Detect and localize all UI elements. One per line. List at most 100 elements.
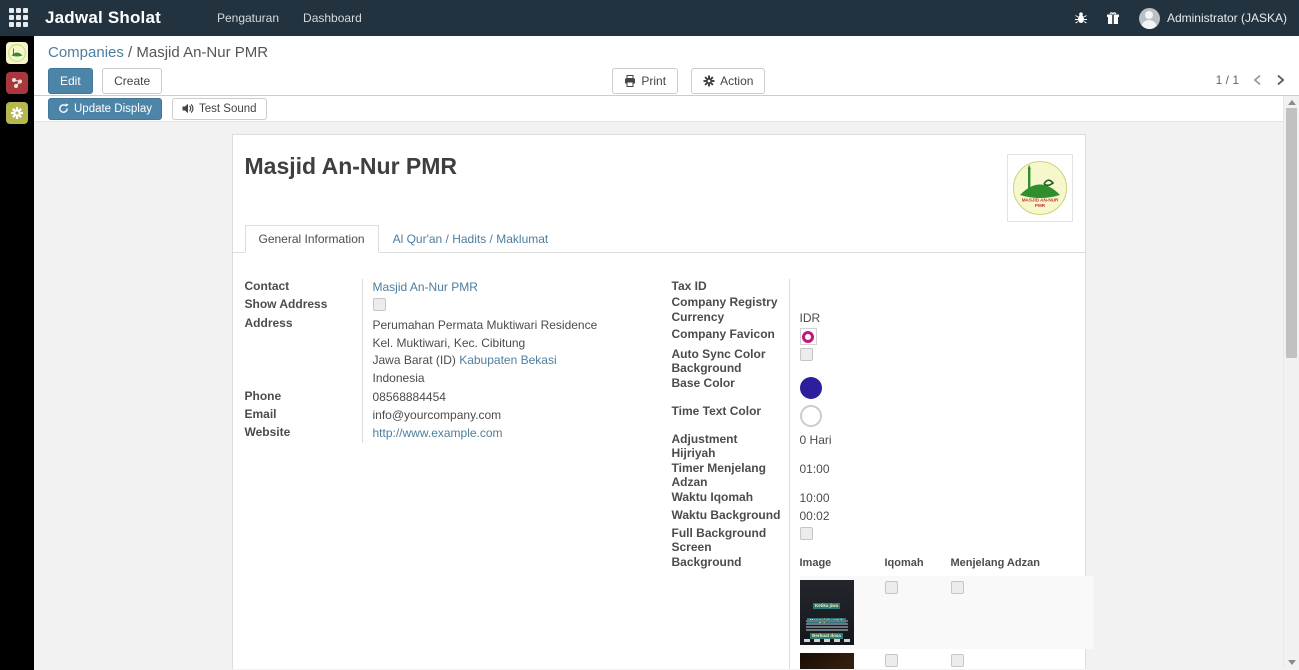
column-menjelang-adzan: Menjelang Adzan bbox=[951, 556, 1093, 571]
address-street: Perumahan Permata Muktiwari Residence bbox=[373, 317, 598, 335]
record-buttons: Edit Create bbox=[48, 68, 162, 94]
breadcrumb: Companies / Masjid An-Nur PMR bbox=[48, 44, 1285, 61]
base-color-label: Base Color bbox=[672, 376, 790, 404]
contact-value-link[interactable]: Masjid An-Nur PMR bbox=[373, 280, 478, 294]
center-buttons: Print Action bbox=[162, 68, 1215, 94]
vertical-scrollbar[interactable] bbox=[1283, 96, 1299, 669]
breadcrumb-companies[interactable]: Companies bbox=[48, 44, 124, 61]
address-label: Address bbox=[245, 316, 363, 389]
form-sheet: Masjid An-Nur PMR MASJID AN-NUR PMR bbox=[232, 134, 1086, 669]
scrollbar-thumb[interactable] bbox=[1286, 108, 1297, 358]
create-button[interactable]: Create bbox=[102, 68, 162, 94]
background-table-header: Image Iqomah Menjelang Adzan bbox=[800, 556, 1093, 576]
background-label: Background bbox=[672, 555, 790, 669]
app-brand[interactable]: Jadwal Sholat bbox=[45, 8, 161, 28]
sidebar-app-settings[interactable] bbox=[6, 102, 28, 124]
menu-dashboard[interactable]: Dashboard bbox=[293, 1, 372, 35]
waktu-background-label: Waktu Background bbox=[672, 508, 790, 526]
logo-caption-2: PMR bbox=[1034, 203, 1045, 208]
waktu-background-value: 00:02 bbox=[790, 508, 830, 525]
control-panel: Companies / Masjid An-Nur PMR Edit Creat… bbox=[34, 36, 1299, 96]
main-area: Companies / Masjid An-Nur PMR Edit Creat… bbox=[34, 36, 1299, 670]
row2-iqomah-checkbox[interactable] bbox=[885, 654, 898, 667]
user-menu[interactable]: Administrator (JASKA) bbox=[1139, 8, 1287, 29]
edit-button[interactable]: Edit bbox=[48, 68, 93, 94]
print-button[interactable]: Print bbox=[612, 68, 678, 94]
email-value: info@yourcompany.com bbox=[363, 407, 502, 424]
gear-icon bbox=[703, 75, 715, 87]
logo-caption: MASJID AN-NUR bbox=[1021, 198, 1058, 203]
speaker-icon bbox=[182, 103, 194, 114]
address-country: Indonesia bbox=[373, 370, 598, 388]
bug-icon[interactable] bbox=[1067, 5, 1095, 31]
tax-id-label: Tax ID bbox=[672, 279, 790, 295]
gift-icon[interactable] bbox=[1099, 5, 1127, 31]
breadcrumb-current: Masjid An-Nur PMR bbox=[136, 44, 268, 61]
company-title: Masjid An-Nur PMR bbox=[245, 153, 1085, 180]
email-label: Email bbox=[245, 407, 363, 425]
currency-label: Currency bbox=[672, 310, 790, 327]
top-navbar: Jadwal Sholat Pengaturan Dashboard Admin… bbox=[0, 0, 1299, 36]
time-text-color-label: Time Text Color bbox=[672, 404, 790, 432]
address-street2: Kel. Muktiwari, Kec. Cibitung bbox=[373, 335, 598, 353]
company-favicon-image[interactable] bbox=[800, 328, 817, 345]
scroll-down-icon[interactable] bbox=[1288, 660, 1296, 665]
row2-menjelang-adzan-checkbox[interactable] bbox=[951, 654, 964, 667]
group-right: Tax ID Company Registry Currency IDR bbox=[672, 279, 1073, 669]
pager: 1 / 1 bbox=[1216, 68, 1285, 87]
table-row[interactable]: Ketika jiwa Mengajak untuk Berbuat dosa bbox=[800, 576, 1093, 649]
table-row[interactable]: Akibat tidak Sibuk dengan Al-Qur'an? bbox=[800, 649, 1093, 669]
form-view: Masjid An-Nur PMR MASJID AN-NUR PMR bbox=[34, 122, 1283, 669]
user-name: Administrator (JASKA) bbox=[1167, 11, 1287, 25]
sidebar-app-red[interactable] bbox=[6, 72, 28, 94]
waktu-iqomah-value: 10:00 bbox=[790, 490, 830, 507]
menu-pengaturan[interactable]: Pengaturan bbox=[207, 1, 289, 35]
company-registry-value bbox=[790, 295, 800, 297]
pager-next-icon[interactable] bbox=[1276, 74, 1285, 86]
show-address-checkbox[interactable] bbox=[373, 298, 386, 311]
base-color-swatch[interactable] bbox=[800, 377, 822, 399]
tab-general-information[interactable]: General Information bbox=[245, 225, 379, 253]
tax-id-value bbox=[790, 279, 800, 281]
full-background-screen-label: Full Background Screen bbox=[672, 526, 790, 555]
auto-sync-checkbox[interactable] bbox=[800, 348, 813, 361]
pager-previous-icon[interactable] bbox=[1253, 74, 1262, 86]
action-button[interactable]: Action bbox=[691, 68, 765, 94]
company-logo[interactable]: MASJID AN-NUR PMR bbox=[1007, 154, 1073, 222]
column-iqomah: Iqomah bbox=[885, 556, 951, 571]
address-city-link[interactable]: Kabupaten Bekasi bbox=[459, 353, 556, 367]
background-image-1: Ketika jiwa Mengajak untuk Berbuat dosa bbox=[800, 580, 854, 645]
apps-grid-icon[interactable] bbox=[9, 8, 29, 28]
website-label: Website bbox=[245, 425, 363, 443]
timer-menjelang-adzan-label: Timer Menjelang Adzan bbox=[672, 461, 790, 490]
adjustment-hijriyah-label: Adjustment Hijriyah bbox=[672, 432, 790, 461]
user-avatar bbox=[1139, 8, 1160, 29]
printer-icon bbox=[624, 75, 636, 87]
sidebar-app-jadwal-sholat[interactable] bbox=[6, 42, 28, 64]
address-state-city: Jawa Barat (ID) Kabupaten Bekasi bbox=[373, 352, 598, 370]
navbar-right: Administrator (JASKA) bbox=[1067, 5, 1299, 31]
background-image-2: Akibat tidak Sibuk dengan Al-Qur'an? bbox=[800, 653, 854, 669]
breadcrumb-separator: / bbox=[128, 44, 132, 61]
timer-menjelang-adzan-value: 01:00 bbox=[790, 461, 830, 478]
row1-iqomah-checkbox[interactable] bbox=[885, 581, 898, 594]
form-toolbar: Update Display Test Sound bbox=[34, 96, 1283, 122]
notebook-tabs: General Information Al Qur'an / Hadits /… bbox=[233, 224, 1085, 253]
scroll-up-icon[interactable] bbox=[1288, 100, 1296, 105]
tab-quran-hadits-maklumat[interactable]: Al Qur'an / Hadits / Maklumat bbox=[379, 225, 563, 253]
adjustment-hijriyah-value: 0 Hari bbox=[790, 432, 832, 449]
website-value-link[interactable]: http://www.example.com bbox=[373, 426, 503, 440]
row1-menjelang-adzan-checkbox[interactable] bbox=[951, 581, 964, 594]
group-left: Contact Masjid An-Nur PMR Show Address A… bbox=[245, 279, 646, 669]
waktu-iqomah-label: Waktu Iqomah bbox=[672, 490, 790, 508]
refresh-icon bbox=[58, 103, 69, 114]
company-favicon-label: Company Favicon bbox=[672, 327, 790, 347]
nav-menus: Pengaturan Dashboard bbox=[207, 1, 372, 35]
full-background-screen-checkbox[interactable] bbox=[800, 527, 813, 540]
address-state: Jawa Barat (ID) bbox=[373, 353, 456, 367]
update-display-button[interactable]: Update Display bbox=[48, 98, 162, 120]
test-sound-button[interactable]: Test Sound bbox=[172, 98, 267, 120]
currency-value: IDR bbox=[790, 310, 821, 327]
show-address-label: Show Address bbox=[245, 297, 363, 316]
time-text-color-swatch[interactable] bbox=[800, 405, 822, 427]
